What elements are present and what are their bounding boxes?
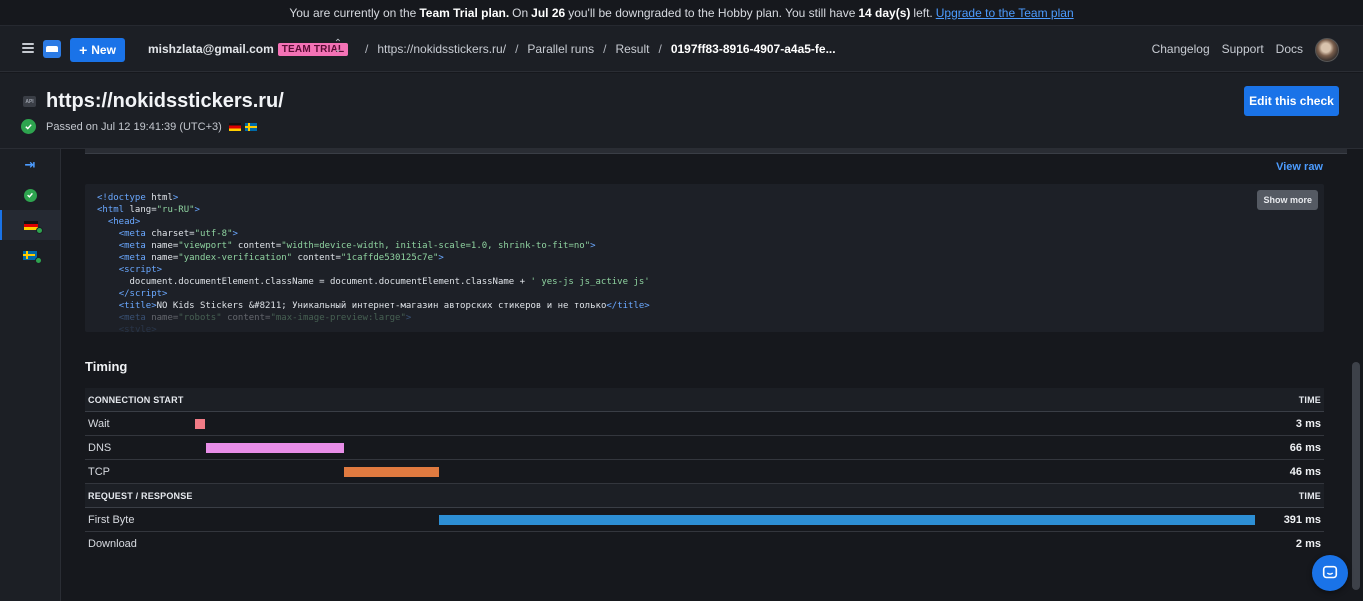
- timing-label: Wait: [88, 417, 110, 430]
- timing-value: 3 ms: [1295, 417, 1321, 430]
- sidebar-item-germany[interactable]: [0, 210, 60, 240]
- code-line: document.documentElement.className = doc…: [97, 277, 650, 287]
- avatar[interactable]: [1315, 38, 1339, 62]
- show-more-button[interactable]: Show more: [1257, 190, 1318, 210]
- timing-row-tcp: TCP 46 ms: [85, 460, 1324, 484]
- sidebar-item-sweden[interactable]: [0, 240, 60, 270]
- banner-text-4: left.: [913, 5, 933, 20]
- timing-value: 2 ms: [1295, 538, 1321, 550]
- timing-row-wait: Wait 3 ms: [85, 412, 1324, 436]
- trial-banner: You are currently on the Team Trial plan…: [0, 0, 1363, 26]
- timing-bar-first-byte: [439, 515, 1255, 525]
- response-panel-edge: [85, 149, 1347, 154]
- breadcrumb-current: 0197ff83-8916-4907-a4a5-fe...: [670, 42, 836, 56]
- page-title: https://nokidsstickers.ru/: [46, 90, 284, 112]
- time-header: TIME: [1298, 490, 1321, 501]
- code-line: <meta name="robots" content="max-image-p…: [118, 313, 412, 323]
- breadcrumb-check[interactable]: https://nokidsstickers.ru/: [377, 42, 506, 56]
- timing-label: DNS: [88, 441, 112, 454]
- chevron-up-down-icon[interactable]: ⌃ ⌄: [333, 39, 343, 55]
- timing-bar-tcp: [344, 467, 439, 477]
- check-header: API https://nokidsstickers.ru/ Passed on…: [0, 73, 1363, 149]
- new-button[interactable]: + New: [70, 38, 125, 62]
- request-header-row: REQUEST / RESPONSE TIME: [85, 484, 1324, 508]
- timing-bar-wait: [195, 419, 205, 429]
- code-line: <title>NO Kids Stickers &#8211; Уникальн…: [118, 301, 650, 311]
- sweden-flag-icon: [23, 250, 42, 264]
- banner-text-3: you'll be downgraded to the Hobby plan. …: [568, 5, 856, 20]
- check-circle-icon: [23, 188, 37, 202]
- breadcrumb-result[interactable]: Result: [615, 42, 649, 56]
- view-raw-link[interactable]: View raw: [1276, 161, 1323, 173]
- code-line: </script>: [118, 289, 168, 299]
- timing-row-dns: DNS 66 ms: [85, 436, 1324, 460]
- timing-value: 46 ms: [1289, 465, 1321, 478]
- code-line: <script>: [118, 265, 163, 275]
- request-header: REQUEST / RESPONSE: [88, 490, 193, 501]
- code-line: <!doctype html>: [97, 193, 179, 203]
- connection-header: CONNECTION START: [88, 394, 184, 405]
- sweden-flag-icon: [244, 122, 257, 131]
- code-line: <style>: [118, 325, 157, 332]
- result-content: View raw Show more <!doctype html> <html…: [61, 149, 1349, 601]
- timing-row-download: Download 2 ms: [85, 532, 1324, 556]
- docs-link[interactable]: Docs: [1276, 42, 1303, 56]
- time-header: TIME: [1298, 394, 1321, 405]
- banner-text-1: You are currently on the: [289, 5, 417, 20]
- chat-button[interactable]: [1312, 555, 1348, 591]
- code-line: <head>: [107, 217, 141, 227]
- germany-flag-icon: [24, 220, 43, 234]
- timing-value: 391 ms: [1283, 513, 1321, 526]
- timing-title: Timing: [85, 359, 128, 374]
- account-switcher[interactable]: mishzlata@gmail.com TEAM TRIAL: [148, 42, 349, 56]
- breadcrumb: / https://nokidsstickers.ru/ / Parallel …: [365, 42, 836, 56]
- code-line: <meta name="yandex-verification" content…: [118, 253, 444, 263]
- timing-row-first-byte: First Byte 391 ms: [85, 508, 1324, 532]
- new-button-label: New: [91, 43, 116, 57]
- sidebar-item-summary[interactable]: [0, 180, 60, 210]
- connection-header-row: CONNECTION START TIME: [85, 388, 1324, 412]
- hamburger-icon[interactable]: [22, 43, 34, 53]
- top-links: Changelog Support Docs: [1152, 42, 1303, 56]
- timing-table: CONNECTION START TIME Wait 3 ms DNS 66 m…: [85, 388, 1324, 556]
- code-line: <html lang="ru-RU">: [97, 205, 200, 215]
- edit-check-button[interactable]: Edit this check: [1244, 86, 1339, 116]
- changelog-link[interactable]: Changelog: [1152, 42, 1210, 56]
- response-body: Show more <!doctype html> <html lang="ru…: [85, 184, 1324, 332]
- timing-value: 66 ms: [1289, 441, 1321, 454]
- germany-flag-icon: [228, 122, 241, 131]
- scrollbar-thumb[interactable]: [1352, 362, 1360, 590]
- location-sidebar: ⇥: [0, 149, 61, 601]
- scrollbar[interactable]: [1351, 149, 1361, 601]
- code-line: <meta charset="utf-8">: [118, 229, 238, 239]
- api-icon: API: [23, 96, 36, 107]
- chat-icon: [1322, 565, 1338, 579]
- upgrade-link[interactable]: Upgrade to the Team plan: [936, 6, 1074, 20]
- code-line: <meta name="viewport" content="width=dev…: [118, 241, 596, 251]
- timing-bar-dns: [206, 443, 344, 453]
- account-email: mishzlata@gmail.com: [148, 42, 274, 56]
- support-link[interactable]: Support: [1222, 42, 1264, 56]
- breadcrumb-parallel-runs[interactable]: Parallel runs: [527, 42, 594, 56]
- check-circle-icon: [21, 119, 36, 134]
- timing-label: First Byte: [88, 513, 135, 526]
- plus-icon: +: [79, 42, 88, 58]
- top-navigation: + New mishzlata@gmail.com TEAM TRIAL ⌃ ⌄ …: [0, 26, 1363, 72]
- checkly-logo-icon[interactable]: [43, 40, 61, 58]
- timing-label: TCP: [88, 465, 110, 478]
- expand-sidebar-button[interactable]: ⇥: [0, 150, 60, 180]
- banner-text-2: On: [512, 5, 529, 20]
- run-status: Passed on Jul 12 19:41:39 (UTC+3): [21, 119, 257, 134]
- timing-label: Download: [88, 538, 137, 550]
- banner-days: 14 day(s): [858, 5, 911, 20]
- expand-sidebar-icon: ⇥: [24, 157, 36, 172]
- banner-date: Jul 26: [531, 5, 566, 20]
- banner-plan: Team Trial plan.: [419, 5, 510, 20]
- status-text: Passed on Jul 12 19:41:39 (UTC+3): [46, 120, 222, 133]
